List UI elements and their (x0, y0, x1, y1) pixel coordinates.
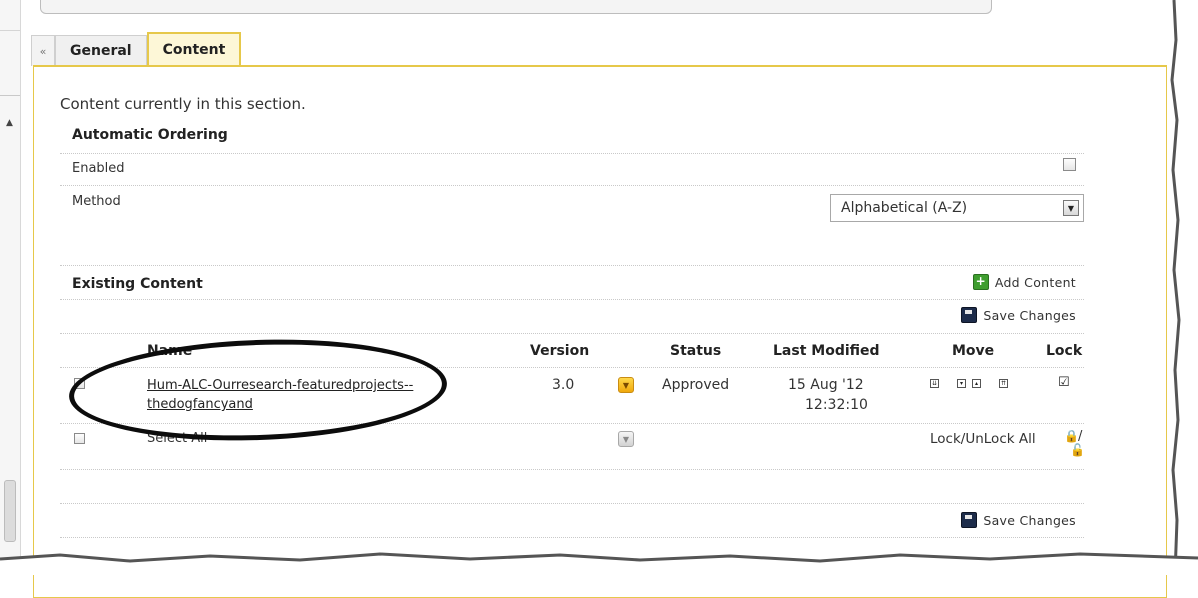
automatic-ordering-row: Automatic Ordering (60, 119, 1084, 154)
save-changes-button-top[interactable]: Save Changes (961, 307, 1076, 323)
lock-checkbox[interactable]: ☑ (1058, 375, 1070, 390)
section-description: Content currently in this section. (60, 95, 306, 113)
floppy-disk-icon (961, 307, 978, 323)
spacer-row (60, 469, 1084, 504)
tab-general[interactable]: General (55, 35, 147, 66)
column-header-status[interactable]: Status (670, 343, 721, 359)
lock-separator: / (1078, 429, 1083, 444)
floppy-disk-icon (961, 512, 978, 528)
torn-edge-right (1170, 0, 1198, 575)
move-top-icon[interactable]: ⇈ (999, 379, 1008, 388)
move-bottom-icon[interactable]: ⇊ (930, 379, 939, 388)
torn-edge-bottom (0, 552, 1198, 575)
last-modified-date: 15 Aug '12 (788, 377, 864, 393)
top-input-field[interactable] (40, 0, 992, 14)
save-changes-label: Save Changes (983, 512, 1076, 528)
enabled-checkbox[interactable] (1063, 158, 1076, 171)
method-label: Method (72, 194, 121, 209)
plus-icon: + (972, 274, 989, 290)
column-header-move: Move (952, 343, 995, 359)
left-scrollbar[interactable]: ▲ (0, 0, 21, 575)
scroll-up-arrow-icon[interactable]: ▲ (6, 118, 13, 128)
save-changes-row-top: Save Changes (60, 299, 1084, 334)
divider (0, 30, 20, 31)
tab-content[interactable]: Content (146, 32, 242, 66)
method-row: Method Alphabetical (A-Z) ▼ (60, 185, 1084, 266)
open-padlock-icon[interactable]: 🔓 (1070, 443, 1085, 457)
move-controls: ⇊ ▾ ▴ ⇈ (930, 379, 1008, 388)
move-down-icon[interactable]: ▾ (957, 379, 966, 388)
method-select-value: Alphabetical (A-Z) (841, 200, 968, 216)
add-content-label: Add Content (994, 274, 1076, 290)
automatic-ordering-heading: Automatic Ordering (72, 127, 228, 143)
enabled-label: Enabled (72, 161, 125, 176)
content-panel: Content currently in this section. Autom… (33, 65, 1167, 598)
save-changes-label: Save Changes (983, 307, 1076, 323)
double-chevron-left-icon[interactable]: « (31, 35, 55, 66)
version-value: 3.0 (552, 377, 575, 393)
add-content-button[interactable]: + Add Content (972, 274, 1076, 290)
column-header-lock: Lock (1046, 343, 1083, 359)
lock-unlock-all-label[interactable]: Lock/UnLock All (930, 431, 1036, 447)
column-header-last-modified[interactable]: Last Modified (773, 343, 880, 359)
save-changes-button-bottom[interactable]: Save Changes (961, 512, 1076, 528)
existing-content-row: Existing Content + Add Content (60, 265, 1084, 300)
chevron-down-icon[interactable]: ▼ (618, 431, 634, 447)
save-changes-row-bottom: Save Changes (60, 503, 1084, 538)
column-header-version[interactable]: Version (530, 343, 589, 359)
scroll-thumb[interactable] (4, 480, 16, 542)
enabled-row: Enabled (60, 153, 1084, 186)
select-all-checkbox[interactable] (74, 433, 85, 444)
tab-bar: « General Content (31, 32, 242, 66)
chevron-down-icon[interactable]: ▼ (618, 377, 634, 393)
divider (0, 95, 20, 96)
padlock-icon[interactable]: 🔒 (1064, 429, 1079, 443)
method-select[interactable]: Alphabetical (A-Z) ▼ (830, 194, 1084, 222)
status-value: Approved (662, 377, 730, 393)
move-up-icon[interactable]: ▴ (972, 379, 981, 388)
last-modified-time: 12:32:10 (805, 397, 868, 413)
dropdown-arrow-icon[interactable]: ▼ (1063, 200, 1079, 216)
existing-content-heading: Existing Content (72, 276, 203, 292)
